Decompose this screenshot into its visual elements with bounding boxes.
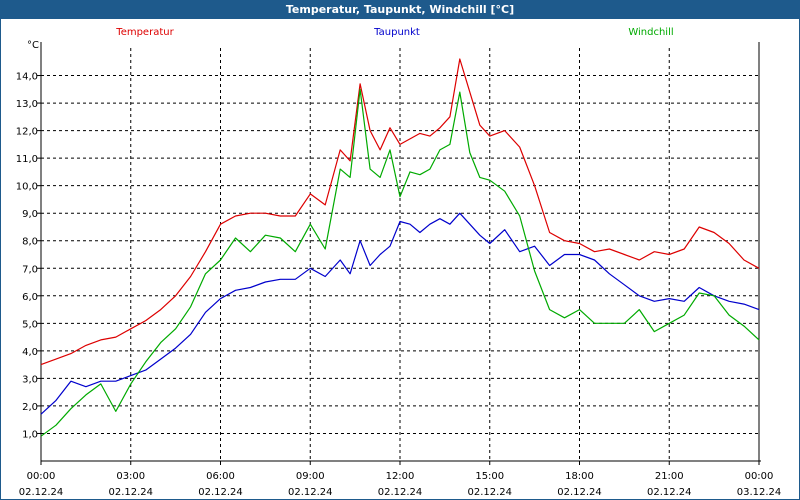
legend-temperatur: Temperatur bbox=[115, 27, 174, 38]
y-tick-label: 9,0 bbox=[22, 209, 38, 220]
legend-taupunkt: Taupunkt bbox=[373, 27, 420, 38]
y-tick-label: 11,0 bbox=[16, 154, 38, 165]
x-tick-label-date: 03.12.24 bbox=[737, 487, 782, 498]
y-axis-unit: °C bbox=[27, 40, 39, 51]
x-tick-label-date: 02.12.24 bbox=[557, 487, 602, 498]
y-tick-label: 2,0 bbox=[22, 402, 38, 413]
x-tick-label-date: 02.12.24 bbox=[647, 487, 692, 498]
x-tick-label-time: 09:00 bbox=[296, 471, 325, 482]
x-tick-label-date: 02.12.24 bbox=[19, 487, 64, 498]
y-tick-label: 5,0 bbox=[22, 319, 38, 330]
y-tick-label: 4,0 bbox=[22, 347, 38, 358]
x-tick-label-date: 02.12.24 bbox=[467, 487, 512, 498]
x-tick-label-time: 18:00 bbox=[565, 471, 594, 482]
y-tick-label: 12,0 bbox=[16, 127, 38, 138]
chart-window: Temperatur, Taupunkt, Windchill [°C] 1,0… bbox=[0, 0, 800, 500]
chart-title: Temperatur, Taupunkt, Windchill [°C] bbox=[1, 1, 799, 19]
x-tick-label-date: 02.12.24 bbox=[378, 487, 423, 498]
x-tick-label-time: 12:00 bbox=[386, 471, 415, 482]
y-tick-label: 3,0 bbox=[22, 374, 38, 385]
x-tick-label-time: 00:00 bbox=[27, 471, 56, 482]
y-tick-label: 14,0 bbox=[16, 72, 38, 83]
line-chart: 1,0 2,0 3,0 4,0 5,0 6,0 7,0 8,0 9,0 10,0 11,0 12,0 1… bbox=[16, 27, 782, 498]
x-tick-label-time: 00:00 bbox=[745, 471, 774, 482]
x-tick-label-time: 03:00 bbox=[116, 471, 145, 482]
y-tick-label: 13,0 bbox=[16, 99, 38, 110]
legend-windchill: Windchill bbox=[628, 27, 673, 38]
y-tick-label: 1,0 bbox=[22, 429, 38, 440]
x-tick-label-time: 15:00 bbox=[475, 471, 504, 482]
x-tick-label-time: 06:00 bbox=[206, 471, 235, 482]
x-tick-label-date: 02.12.24 bbox=[108, 487, 153, 498]
x-tick-label-date: 02.12.24 bbox=[288, 487, 333, 498]
x-tick-label-date: 02.12.24 bbox=[198, 487, 243, 498]
y-tick-label: 7,0 bbox=[22, 264, 38, 275]
y-tick-label: 8,0 bbox=[22, 237, 38, 248]
x-tick-label-time: 21:00 bbox=[655, 471, 684, 482]
y-tick-label: 6,0 bbox=[22, 292, 38, 303]
y-tick-label: 10,0 bbox=[16, 182, 38, 193]
